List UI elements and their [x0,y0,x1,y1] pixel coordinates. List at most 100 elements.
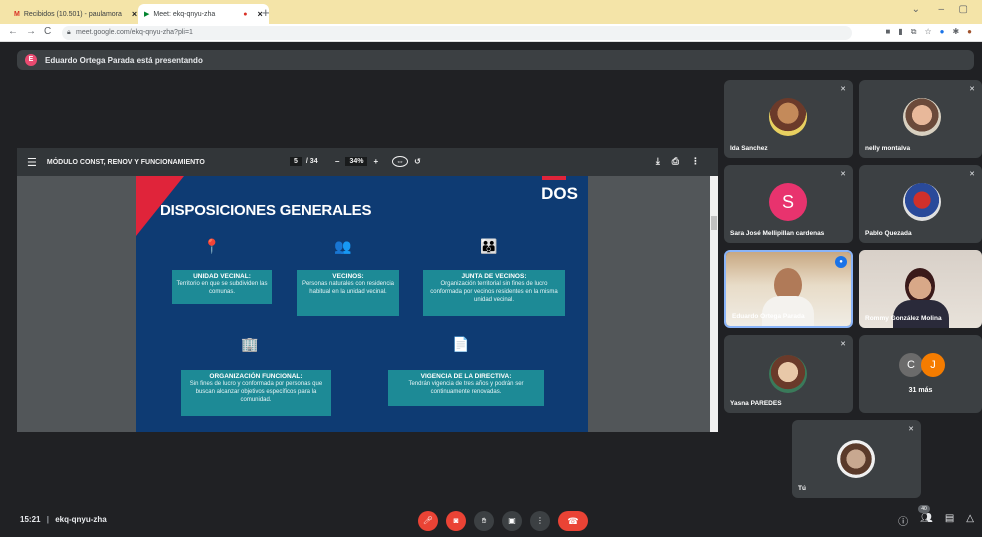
mic-permission-icon[interactable]: ▮ [898,27,902,37]
menu-icon[interactable]: ☰ [27,156,37,169]
end-call-button[interactable]: ☎︎ [558,511,588,531]
activities-icon[interactable]: △ [966,513,974,528]
card-title: VIGENCIA DE LA DIRECTIVA: [420,373,512,380]
participant-tile[interactable]: ✕ S Sara José Mellipillan cardenas [724,165,853,243]
participant-name: Yasna PAREDES [730,400,782,407]
person-body [762,296,814,326]
participant-name: Tú [798,485,806,492]
info-icon[interactable]: ⓘ [898,513,908,528]
side-controls: ⓘ 👥︎ ▤ △ [898,513,974,528]
mic-muted-icon: ✕ [969,86,975,93]
meeting-info: 15:21 | ekq-qnyu-zha [20,515,107,524]
meeting-time: 15:21 [20,515,41,524]
slide-heading: DISPOSICIONES GENERALES [160,202,372,219]
profile-avatar[interactable]: ● [967,27,972,37]
print-icon[interactable]: ⎙ [672,156,679,167]
card-text: Tendrán vigencia de tres años y podrán s… [408,381,524,396]
participant-tile[interactable]: Rommy González Molina [859,250,982,328]
recording-dot-icon: ● [243,10,248,18]
star-icon[interactable]: ☆ [924,27,931,37]
minimize-button[interactable]: – [938,4,944,15]
card-title: ORGANIZACIÓN FUNCIONAL: [209,373,303,380]
zoom-level[interactable]: 34% [345,157,368,166]
download-icon[interactable]: ⤓ [656,156,660,167]
reload-icon[interactable]: C [44,26,51,37]
tab-meet[interactable]: ▶ Meet: ekq-qnyu-zha ● × [138,4,269,24]
card-organizacion-funcional: ORGANIZACIÓN FUNCIONAL: Sin fines de luc… [181,370,331,416]
participant-name: Sara José Mellipillan cardenas [730,230,825,237]
participant-tile-speaking[interactable]: ● Eduardo Ortega Parada [724,250,853,328]
participant-avatar [769,98,807,136]
pdf-scrollbar[interactable] [710,176,718,432]
puzzle-icon[interactable]: ✱ [952,27,959,37]
url-field[interactable]: 🔒︎ meet.google.com/ekq-qnyu-zha?pli=1 [62,26,852,40]
browser-tab-strip: M Recibidos (10.501) - paulamora × ▶ Mee… [0,0,982,24]
participant-tile[interactable]: ✕ Ida Sanchez [724,80,853,158]
extension-icon[interactable]: ● [940,27,945,37]
close-icon[interactable]: × [132,9,137,19]
document-icon: 📄 [452,336,470,352]
people-icon[interactable]: 👥︎ [920,513,933,528]
card-unidad-vecinal: UNIDAD VECINAL: Territorio en que se sub… [172,270,272,304]
participant-name: Eduardo Ortega Parada [732,313,805,320]
meeting-code: ekq-qnyu-zha [55,515,107,524]
participant-name: Pablo Quezada [865,230,912,237]
zoom-out-button[interactable]: – [335,157,339,166]
page-number-input[interactable]: 5 [290,157,302,166]
more-icon[interactable]: ⋮ [691,156,700,167]
zoom-in-button[interactable]: + [373,157,378,166]
presenter-avatar: E [25,54,37,66]
gmail-icon: M [14,10,20,18]
lock-icon: 🔒︎ [67,29,71,36]
chat-icon[interactable]: ▤ [945,513,954,528]
tab-label: Recibidos (10.501) - paulamora [23,10,122,18]
map-pin-icon: 📍 [203,238,221,254]
back-icon[interactable]: ← [8,26,18,37]
card-text: Sin fines de lucro y conformada por pers… [189,381,323,404]
call-controls: 🎤︎ ◙ ✋︎ ▣ ⋮ ☎︎ [418,511,588,531]
more-options-button[interactable]: ⋮ [530,511,550,531]
extension-toolbar: ■ ▮ ⧉ ☆ ● ✱ ● [885,27,972,37]
tab-search-icon[interactable]: ⌄ [912,4,920,15]
page-indicator: 5 / 34 [290,157,318,166]
participant-tile[interactable]: ✕ Pablo Quezada [859,165,982,243]
address-bar: ← → C 🔒︎ meet.google.com/ekq-qnyu-zha?pl… [0,24,982,42]
participant-avatar [903,98,941,136]
zoom-controls: – 34% + ⇔ ↺ [335,156,421,167]
mic-muted-icon: ✕ [969,171,975,178]
present-screen-button[interactable]: ▣ [502,511,522,531]
raise-hand-button[interactable]: ✋︎ [474,511,494,531]
speaking-indicator-icon: ● [835,256,847,268]
pdf-toolbar: ☰ MÓDULO CONST, RENOV Y FUNCIONAMIENTO 5… [17,148,718,176]
self-tile[interactable]: ✕ Tú [792,420,921,498]
participant-tile[interactable]: ✕ Yasna PAREDES [724,335,853,413]
camera-icon[interactable]: ■ [885,27,890,37]
camera-off-button[interactable]: ◙ [446,511,466,531]
new-tab-button[interactable]: + [262,5,270,20]
participant-avatar [769,355,807,393]
card-text: Organización territorial sin fines de lu… [430,281,558,304]
mic-muted-icon: ✕ [840,341,846,348]
separator: | [46,515,49,524]
share-icon[interactable]: ⧉ [911,27,917,37]
shared-screen: ☰ MÓDULO CONST, RENOV Y FUNCIONAMIENTO 5… [17,148,718,432]
person-body [893,300,949,328]
mic-muted-icon: ✕ [840,171,846,178]
scrollbar-thumb[interactable] [711,216,717,230]
slide-page: DOS DISPOSICIONES GENERALES 📍 UNIDAD VEC… [136,176,588,432]
rotate-icon[interactable]: ↺ [414,157,421,166]
forward-icon[interactable]: → [26,26,36,37]
logo-stripe [542,176,566,180]
fit-page-icon[interactable]: ⇔ [392,156,409,167]
tab-gmail[interactable]: M Recibidos (10.501) - paulamora × [8,4,143,24]
participant-tile[interactable]: ✕ nelly montalva [859,80,982,158]
card-vecinos: VECINOS: Personas naturales con residenc… [297,270,399,316]
card-title: UNIDAD VECINAL: [193,273,251,280]
more-participants-tile[interactable]: C J 31 más [859,335,982,413]
mic-muted-icon: ✕ [840,86,846,93]
participant-count-badge: 40 [918,505,930,513]
participant-avatar [903,183,941,221]
maximize-button[interactable]: ▢ [959,4,968,15]
microphone-off-button[interactable]: 🎤︎ [418,511,438,531]
card-vigencia-directiva: VIGENCIA DE LA DIRECTIVA: Tendrán vigenc… [388,370,544,406]
